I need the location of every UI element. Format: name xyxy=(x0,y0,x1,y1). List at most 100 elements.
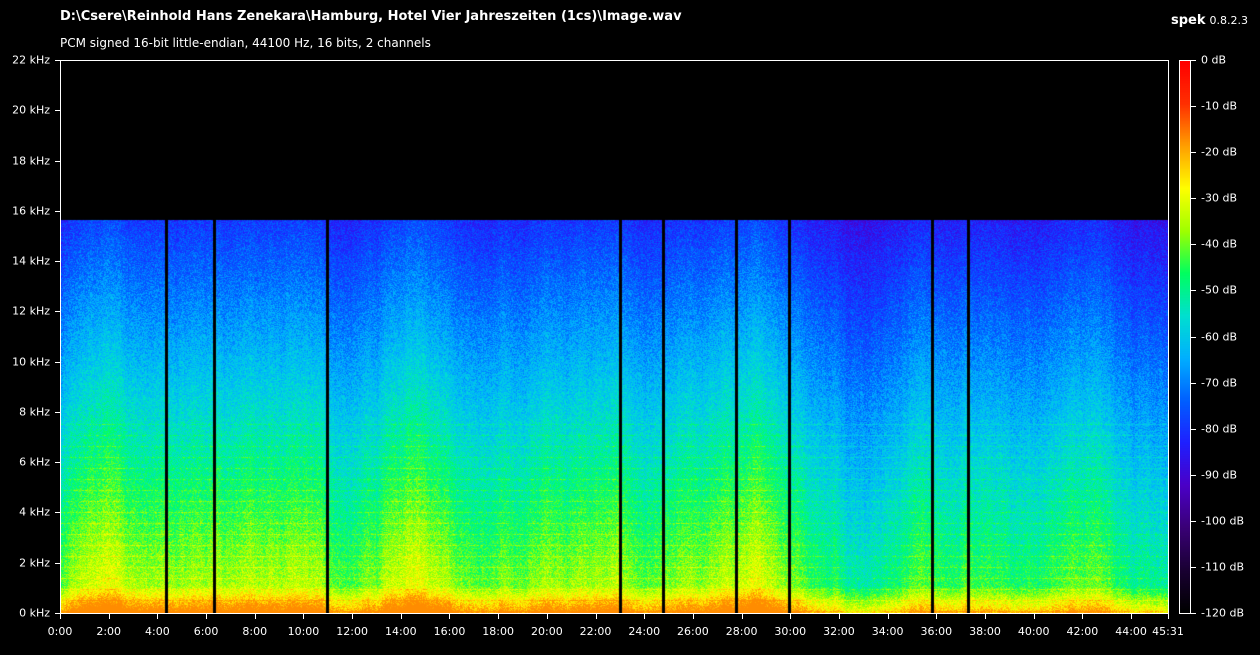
time-tick-mark xyxy=(1082,614,1084,619)
time-tick-mark xyxy=(985,614,987,619)
db-tick-mark xyxy=(1191,382,1196,384)
time-tick-label: 8:00 xyxy=(242,625,268,638)
time-tick-label: 38:00 xyxy=(969,625,1001,638)
db-tick-mark xyxy=(1191,428,1196,430)
freq-tick-mark xyxy=(55,311,60,313)
db-tick-label: -120 dB xyxy=(1201,606,1244,620)
db-tick-label: -70 dB xyxy=(1201,376,1237,390)
time-tick-label: 6:00 xyxy=(193,625,219,638)
freq-tick-mark xyxy=(55,462,60,464)
db-tick-label: -100 dB xyxy=(1201,514,1244,528)
db-tick-mark xyxy=(1191,520,1196,522)
time-tick-mark xyxy=(936,614,938,619)
freq-tick-mark xyxy=(55,361,60,363)
freq-tick-label: 18 kHz xyxy=(12,154,50,168)
db-tick-mark xyxy=(1191,474,1196,476)
time-tick-label: 18:00 xyxy=(482,625,515,638)
db-tick-label: -30 dB xyxy=(1201,191,1237,205)
db-tick-label: -60 dB xyxy=(1201,330,1237,343)
db-tick-mark xyxy=(1191,198,1196,200)
time-tick-mark xyxy=(254,614,256,619)
time-tick-mark xyxy=(790,614,792,619)
time-tick-label: 24:00 xyxy=(628,625,661,638)
time-tick-label: 2:00 xyxy=(96,625,122,638)
db-tick-mark xyxy=(1191,152,1196,154)
freq-tick-label: 12 kHz xyxy=(12,304,50,318)
time-tick-label: 40:00 xyxy=(1017,625,1050,638)
freq-tick-label: 10 kHz xyxy=(12,355,50,369)
time-tick-label: 34:00 xyxy=(871,625,904,638)
freq-tick-mark xyxy=(55,512,60,514)
app-name: spek xyxy=(1171,13,1206,28)
time-tick-mark xyxy=(1131,614,1133,619)
time-tick-mark xyxy=(595,614,597,619)
freq-tick-mark xyxy=(55,210,60,212)
db-tick-label: -40 dB xyxy=(1201,237,1237,251)
time-tick-label: 26:00 xyxy=(677,625,709,638)
time-tick-mark xyxy=(887,614,889,619)
db-tick-label: -110 dB xyxy=(1201,560,1244,574)
time-tick-mark xyxy=(644,614,646,619)
file-path-title: D:\Csere\Reinhold Hans Zenekara\Hamburg,… xyxy=(60,9,682,24)
spectrogram-plot xyxy=(60,60,1169,614)
freq-tick-label: 16 kHz xyxy=(12,204,50,218)
freq-tick-label: 20 kHz xyxy=(12,103,50,117)
time-tick-label: 36:00 xyxy=(920,625,953,638)
freq-tick-label: 22 kHz xyxy=(12,53,50,67)
time-tick-mark xyxy=(838,614,840,619)
time-tick-label: 32:00 xyxy=(823,625,855,638)
time-tick-label: 12:00 xyxy=(336,625,368,638)
time-tick-label: 14:00 xyxy=(384,625,417,638)
time-tick-label: 42:00 xyxy=(1066,625,1099,638)
db-tick-mark xyxy=(1191,566,1196,568)
freq-tick-label: 4 kHz xyxy=(19,505,50,519)
db-tick-label: -20 dB xyxy=(1201,145,1237,159)
time-tick-mark xyxy=(60,614,61,619)
db-tick-label: -80 dB xyxy=(1201,422,1237,436)
time-tick-label: 45:31 xyxy=(1152,625,1184,638)
time-tick-label: 22:00 xyxy=(579,625,612,638)
time-tick-mark xyxy=(206,614,208,619)
time-tick-label: 44:00 xyxy=(1115,625,1147,638)
app-version: 0.8.2.3 xyxy=(1209,14,1248,27)
db-tick-mark xyxy=(1191,60,1196,61)
time-tick-label: 0:00 xyxy=(47,625,73,638)
freq-tick-mark xyxy=(55,60,60,61)
db-tick-mark xyxy=(1191,106,1196,108)
time-tick-mark xyxy=(1168,614,1169,619)
db-tick-mark xyxy=(1191,613,1196,614)
time-tick-mark xyxy=(108,614,110,619)
freq-tick-label: 8 kHz xyxy=(19,405,50,419)
time-tick-mark xyxy=(400,614,402,619)
db-tick-label: 0 dB xyxy=(1201,53,1227,67)
freq-tick-label: 14 kHz xyxy=(12,254,50,268)
time-tick-label: 30:00 xyxy=(774,625,807,638)
time-tick-label: 10:00 xyxy=(287,625,320,638)
app-brand: spek 0.8.2.3 xyxy=(1171,9,1248,28)
freq-tick-mark xyxy=(55,261,60,263)
freq-tick-label: 0 kHz xyxy=(19,606,50,620)
time-tick-label: 28:00 xyxy=(725,625,758,638)
db-color-scale xyxy=(1179,60,1191,614)
freq-tick-mark xyxy=(55,160,60,162)
time-tick-label: 20:00 xyxy=(530,625,563,638)
freq-tick-label: 6 kHz xyxy=(19,455,50,469)
db-tick-label: -10 dB xyxy=(1201,99,1237,113)
db-tick-mark xyxy=(1191,290,1196,292)
time-tick-label: 4:00 xyxy=(145,625,170,638)
time-tick-mark xyxy=(546,614,548,619)
time-tick-mark xyxy=(449,614,451,619)
time-tick-mark xyxy=(498,614,500,619)
spectrogram-canvas xyxy=(61,61,1168,613)
time-tick-mark xyxy=(1033,614,1035,619)
audio-format-info: PCM signed 16-bit little-endian, 44100 H… xyxy=(60,36,431,50)
db-tick-mark xyxy=(1191,336,1196,338)
freq-tick-mark xyxy=(55,110,60,112)
db-tick-mark xyxy=(1191,244,1196,246)
time-tick-mark xyxy=(741,614,743,619)
db-tick-label: -90 dB xyxy=(1201,468,1237,482)
time-tick-label: 16:00 xyxy=(433,625,466,638)
time-tick-mark xyxy=(303,614,305,619)
time-tick-mark xyxy=(692,614,694,619)
freq-tick-mark xyxy=(55,562,60,564)
